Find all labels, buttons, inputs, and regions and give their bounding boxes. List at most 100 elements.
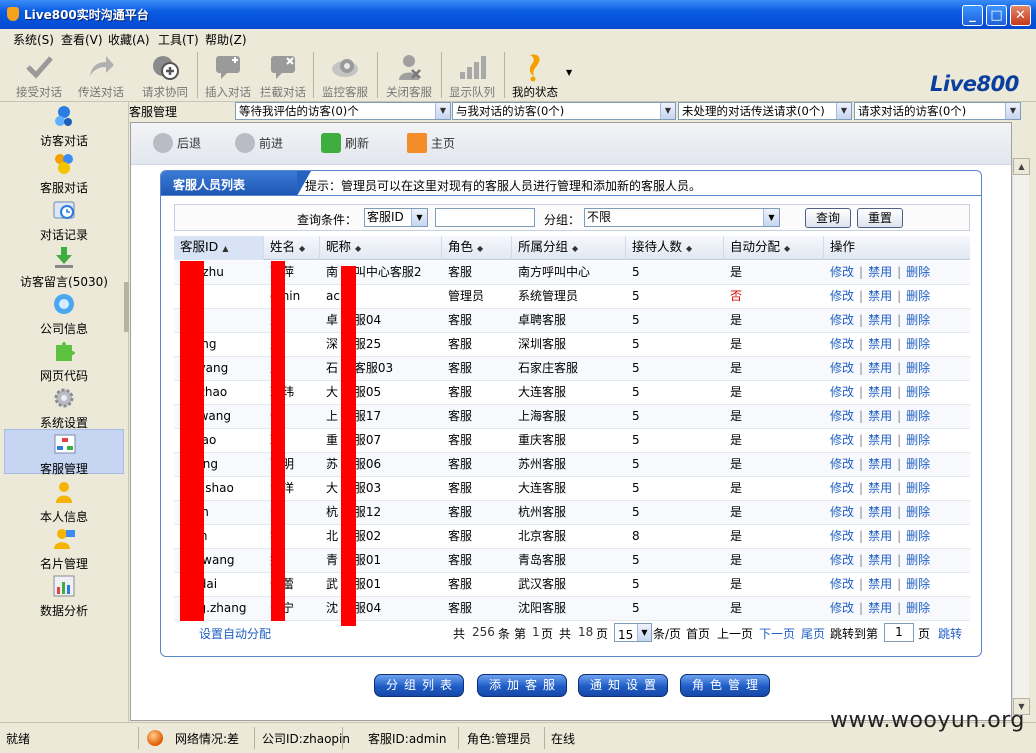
- delete-link[interactable]: 删除: [906, 361, 930, 375]
- delete-link[interactable]: 删除: [906, 457, 930, 471]
- close-agent-button[interactable]: 关闭客服: [378, 50, 440, 100]
- disable-link[interactable]: 禁用: [868, 313, 892, 327]
- disable-link[interactable]: 禁用: [868, 265, 892, 279]
- close-button[interactable]: ✕: [1010, 5, 1031, 26]
- block-chat-button[interactable]: 拦截对话: [252, 50, 314, 100]
- notification-settings-button[interactable]: 通知设置: [578, 674, 668, 697]
- sidebar-item-profile[interactable]: 本人信息: [4, 478, 124, 524]
- edit-link[interactable]: 修改: [830, 361, 854, 375]
- sidebar-item-company[interactable]: 公司信息: [4, 290, 124, 336]
- sidebar-item-agent-management[interactable]: 客服管理: [4, 429, 124, 476]
- disable-link[interactable]: 禁用: [868, 529, 892, 543]
- request-assist-button[interactable]: 请求协同: [134, 50, 196, 100]
- maximize-button[interactable]: □: [986, 5, 1007, 26]
- menu-view[interactable]: 查看(V): [61, 31, 103, 48]
- insert-chat-button[interactable]: 插入对话: [197, 50, 259, 100]
- sidebar-item-cards[interactable]: 名片管理: [4, 525, 124, 571]
- splitter-grip[interactable]: [124, 282, 129, 332]
- delete-link[interactable]: 删除: [906, 409, 930, 423]
- delete-link[interactable]: 删除: [906, 265, 930, 279]
- disable-link[interactable]: 禁用: [868, 505, 892, 519]
- pending-evaluation-select[interactable]: 等待我评估的访客(0)个 ▼: [235, 102, 451, 120]
- edit-link[interactable]: 修改: [830, 601, 854, 615]
- column-group[interactable]: 所属分组 ◆: [512, 236, 626, 260]
- delete-link[interactable]: 删除: [906, 289, 930, 303]
- condition-field-select[interactable]: 客服ID ▼: [364, 208, 428, 227]
- delete-link[interactable]: 删除: [906, 337, 930, 351]
- disable-link[interactable]: 禁用: [868, 577, 892, 591]
- column-name[interactable]: 姓名 ◆: [264, 236, 320, 260]
- transfer-chat-button[interactable]: 传送对话: [70, 50, 132, 100]
- edit-link[interactable]: 修改: [830, 553, 854, 567]
- disable-link[interactable]: 禁用: [868, 337, 892, 351]
- last-page-link[interactable]: 尾页: [801, 625, 825, 642]
- sidebar-item-webcode[interactable]: 网页代码: [4, 337, 124, 383]
- next-page-link[interactable]: 下一页: [759, 625, 795, 642]
- role-management-button[interactable]: 角色管理: [680, 674, 770, 697]
- delete-link[interactable]: 删除: [906, 505, 930, 519]
- disable-link[interactable]: 禁用: [868, 385, 892, 399]
- edit-link[interactable]: 修改: [830, 409, 854, 423]
- sidebar-item-messages[interactable]: 访客留言(5030): [4, 243, 124, 289]
- show-queue-button[interactable]: 显示队列: [441, 50, 503, 100]
- delete-link[interactable]: 删除: [906, 553, 930, 567]
- group-list-button[interactable]: 分组列表: [374, 674, 464, 697]
- accept-chat-button[interactable]: 接受对话: [8, 50, 70, 100]
- edit-link[interactable]: 修改: [830, 481, 854, 495]
- sidebar-item-chat-log[interactable]: 对话记录: [4, 196, 124, 242]
- sidebar-splitter[interactable]: [124, 102, 129, 722]
- minimize-button[interactable]: _: [962, 5, 983, 26]
- scroll-up-icon[interactable]: ▲: [1013, 158, 1030, 175]
- disable-link[interactable]: 禁用: [868, 481, 892, 495]
- menu-tools[interactable]: 工具(T): [158, 31, 199, 48]
- disable-link[interactable]: 禁用: [868, 457, 892, 471]
- vertical-scrollbar[interactable]: ▲ ▼: [1012, 158, 1030, 717]
- disable-link[interactable]: 禁用: [868, 601, 892, 615]
- edit-link[interactable]: 修改: [830, 577, 854, 591]
- column-agent-id[interactable]: 客服ID ▲: [174, 236, 264, 260]
- monitor-agent-button[interactable]: 监控客服: [314, 50, 376, 100]
- disable-link[interactable]: 禁用: [868, 433, 892, 447]
- group-select[interactable]: 不限 ▼: [584, 208, 780, 227]
- forward-button[interactable]: 前进: [235, 133, 283, 155]
- disable-link[interactable]: 禁用: [868, 289, 892, 303]
- edit-link[interactable]: 修改: [830, 385, 854, 399]
- home-button[interactable]: 主页: [407, 133, 455, 155]
- sidebar-item-settings[interactable]: 系统设置: [4, 384, 124, 430]
- delete-link[interactable]: 删除: [906, 313, 930, 327]
- column-nickname[interactable]: 昵称 ◆: [320, 236, 442, 260]
- edit-link[interactable]: 修改: [830, 337, 854, 351]
- reset-button[interactable]: 重置: [857, 208, 903, 228]
- prev-page-link[interactable]: 上一页: [717, 625, 753, 642]
- delete-link[interactable]: 删除: [906, 481, 930, 495]
- edit-link[interactable]: 修改: [830, 529, 854, 543]
- page-size-select[interactable]: 15 ▼: [614, 623, 652, 642]
- disable-link[interactable]: 禁用: [868, 361, 892, 375]
- disable-link[interactable]: 禁用: [868, 409, 892, 423]
- back-button[interactable]: 后退: [153, 133, 201, 155]
- goto-page-input[interactable]: 1: [884, 623, 914, 642]
- edit-link[interactable]: 修改: [830, 289, 854, 303]
- delete-link[interactable]: 删除: [906, 601, 930, 615]
- search-input[interactable]: [435, 208, 535, 227]
- edit-link[interactable]: 修改: [830, 265, 854, 279]
- column-role[interactable]: 角色 ◆: [442, 236, 512, 260]
- menu-system[interactable]: 系统(S): [13, 31, 54, 48]
- auto-assign-link[interactable]: 设置自动分配: [199, 625, 271, 642]
- sidebar-item-visitor-chat[interactable]: 访客对话: [4, 102, 124, 148]
- first-page-link[interactable]: 首页: [686, 625, 710, 642]
- edit-link[interactable]: 修改: [830, 457, 854, 471]
- status-dropdown-icon[interactable]: ▼: [566, 68, 572, 77]
- column-auto-assign[interactable]: 自动分配 ◆: [724, 236, 824, 260]
- disable-link[interactable]: 禁用: [868, 553, 892, 567]
- delete-link[interactable]: 删除: [906, 577, 930, 591]
- sidebar-item-agent-chat[interactable]: 客服对话: [4, 149, 124, 195]
- edit-link[interactable]: 修改: [830, 505, 854, 519]
- sidebar-item-analytics[interactable]: 数据分析: [4, 572, 124, 618]
- chat-requests-select[interactable]: 请求对话的访客(0个) ▼: [854, 102, 1021, 120]
- add-agent-button[interactable]: 添加客服: [477, 674, 567, 697]
- transfer-requests-select[interactable]: 未处理的对话传送请求(0个) ▼: [678, 102, 852, 120]
- edit-link[interactable]: 修改: [830, 313, 854, 327]
- my-status-button[interactable]: 我的状态: [504, 50, 566, 100]
- goto-button[interactable]: 跳转: [938, 625, 962, 642]
